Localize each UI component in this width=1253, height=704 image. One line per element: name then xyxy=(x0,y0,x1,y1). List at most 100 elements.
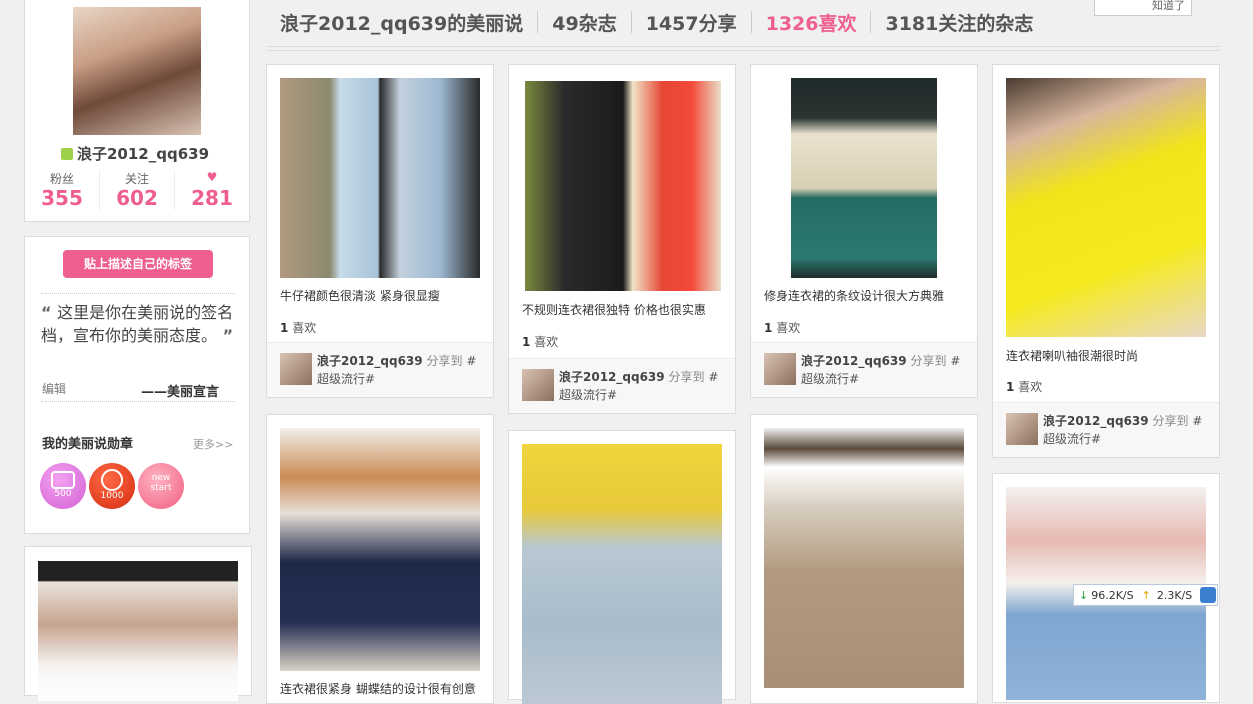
stat-value: 281 xyxy=(191,186,233,210)
post-card[interactable] xyxy=(750,414,978,704)
share-medal-icon[interactable]: 1000 xyxy=(89,463,135,509)
post-username[interactable]: 浪子2012_qq639 xyxy=(1043,414,1149,428)
shared-to-label: 分享到 xyxy=(910,354,947,368)
stat-label: 粉丝 xyxy=(49,172,74,186)
shared-to-label: 分享到 xyxy=(1152,414,1189,428)
profile-header: 浪子2012_qq639的美丽说 49杂志 1457分享 1326喜欢 3181… xyxy=(280,6,1033,38)
post-footer: 浪子2012_qq639 分享到 #超级流行# xyxy=(993,402,1219,457)
post-photo[interactable] xyxy=(280,78,480,278)
post-card[interactable]: 连衣裙很紧身 蝴蝶结的设计很有创意 xyxy=(266,414,494,704)
close-quote-icon: ” xyxy=(217,326,234,345)
header-divider xyxy=(266,46,1220,51)
following-magazines-count[interactable]: 3181关注的杂志 xyxy=(885,9,1033,36)
divider xyxy=(870,11,872,33)
post-photo[interactable] xyxy=(525,81,721,291)
post-photo[interactable] xyxy=(791,78,937,278)
share-info: 浪子2012_qq639 分享到 #超级流行# xyxy=(559,368,719,404)
user-avatar[interactable] xyxy=(764,353,796,385)
declaration-label: ——美丽宣言 xyxy=(141,385,220,400)
download-speed: 96.2K/S xyxy=(1091,588,1134,602)
dotted-divider xyxy=(41,401,235,402)
divider xyxy=(537,11,539,33)
signature-text: “ 这里是你在美丽说的签名档，宣布你的美丽态度。 ” xyxy=(41,301,237,347)
new-start-medal-icon[interactable]: new start xyxy=(138,463,184,509)
post-card[interactable] xyxy=(508,430,736,704)
hearts-stat[interactable]: ♥ 281 xyxy=(175,170,249,210)
upload-arrow-icon: ↑ xyxy=(1141,588,1151,602)
post-username[interactable]: 浪子2012_qq639 xyxy=(317,354,423,368)
online-status-icon xyxy=(61,148,73,160)
likes-number: 1 xyxy=(764,321,773,335)
post-likes: 1 喜欢 xyxy=(280,319,316,336)
post-likes: 1 喜欢 xyxy=(522,333,558,350)
medals-title: 我的美丽说勋章 xyxy=(42,437,134,452)
post-footer: 浪子2012_qq639 分享到 #超级流行# xyxy=(509,358,735,413)
magazines-count[interactable]: 49杂志 xyxy=(552,9,616,36)
shared-to-label: 分享到 xyxy=(426,354,463,368)
post-card[interactable]: 连衣裙喇叭袖很潮很时尚 1 喜欢 浪子2012_qq639 分享到 #超级流行# xyxy=(992,64,1220,458)
share-info: 浪子2012_qq639 分享到 #超级流行# xyxy=(317,352,477,388)
likes-label: 喜欢 xyxy=(534,335,559,349)
stat-label: 关注 xyxy=(124,172,149,186)
user-avatar[interactable] xyxy=(280,353,312,385)
profile-username[interactable]: 浪子2012_qq639 xyxy=(61,143,209,164)
edit-signature-link[interactable]: 编辑 xyxy=(42,380,66,397)
arrow-up-icon xyxy=(101,469,123,491)
photo-card[interactable] xyxy=(24,546,252,701)
likes-label: 喜欢 xyxy=(776,321,801,335)
post-photo[interactable] xyxy=(764,428,964,688)
user-avatar[interactable] xyxy=(522,369,554,401)
medal-label: 500 xyxy=(54,489,72,499)
post-photo[interactable] xyxy=(1006,78,1206,337)
signature-content: 这里是你在美丽说的签名档，宣布你的美丽态度。 xyxy=(41,303,234,345)
download-arrow-icon: ↓ xyxy=(1079,588,1089,602)
browser-icon xyxy=(1200,587,1217,603)
comment-medal-icon[interactable]: 500 xyxy=(40,463,86,509)
post-username[interactable]: 浪子2012_qq639 xyxy=(559,370,665,384)
following-stat[interactable]: 关注 602 xyxy=(100,170,175,210)
likes-number: 1 xyxy=(522,335,531,349)
signature-card: 贴上描述自己的标签 “ 这里是你在美丽说的签名档，宣布你的美丽态度。 ” 编辑 … xyxy=(24,236,250,534)
add-tag-button[interactable]: 贴上描述自己的标签 xyxy=(63,250,213,278)
post-photo[interactable] xyxy=(280,428,480,671)
avatar[interactable] xyxy=(73,7,201,135)
user-avatar[interactable] xyxy=(1006,413,1038,445)
network-speed-widget[interactable]: ↓ 96.2K/S ↑ 2.3K/S xyxy=(1073,584,1218,606)
likes-label: 喜欢 xyxy=(1018,380,1043,394)
dotted-divider xyxy=(41,293,235,294)
likes-label: 喜欢 xyxy=(292,321,317,335)
speech-bubble-icon xyxy=(51,471,75,489)
post-card[interactable]: 修身连衣裙的条纹设计很大方典雅 1 喜欢 浪子2012_qq639 分享到 #超… xyxy=(750,64,978,398)
post-description: 牛仔裙颜色很清淡 紧身很显瘦 xyxy=(280,289,440,303)
share-info: 浪子2012_qq639 分享到 #超级流行# xyxy=(1043,412,1203,448)
shared-to-label: 分享到 xyxy=(668,370,705,384)
share-info: 浪子2012_qq639 分享到 #超级流行# xyxy=(801,352,961,388)
profile-stats: 粉丝 355 关注 602 ♥ 281 xyxy=(25,170,249,210)
open-quote-icon: “ xyxy=(41,303,58,322)
post-likes: 1 喜欢 xyxy=(764,319,800,336)
likes-count[interactable]: 1326喜欢 xyxy=(766,9,857,36)
post-description: 修身连衣裙的条纹设计很大方典雅 xyxy=(764,289,945,303)
more-medals-link[interactable]: 更多>> xyxy=(193,436,233,452)
post-likes: 1 喜欢 xyxy=(1006,378,1042,395)
post-footer: 浪子2012_qq639 分享到 #超级流行# xyxy=(267,342,493,397)
page-title: 浪子2012_qq639的美丽说 xyxy=(280,12,524,35)
stat-value: 602 xyxy=(116,186,158,210)
stat-value: 355 xyxy=(41,186,83,210)
post-card[interactable]: 不规则连衣裙很独特 价格也很实惠 1 喜欢 浪子2012_qq639 分享到 #… xyxy=(508,64,736,414)
likes-number: 1 xyxy=(1006,380,1015,394)
post-photo[interactable] xyxy=(522,444,722,704)
post-photo[interactable] xyxy=(38,561,238,701)
post-description: 不规则连衣裙很独特 价格也很实惠 xyxy=(522,303,706,317)
shares-count[interactable]: 1457分享 xyxy=(646,9,737,36)
upload-speed: 2.3K/S xyxy=(1156,588,1193,602)
notice-box[interactable]: 知道了 xyxy=(1094,0,1192,16)
post-description: 连衣裙很紧身 蝴蝶结的设计很有创意 xyxy=(280,682,476,696)
post-card[interactable]: 牛仔裙颜色很清淡 紧身很显瘦 1 喜欢 浪子2012_qq639 分享到 #超级… xyxy=(266,64,494,398)
medal-label: 1000 xyxy=(100,491,124,501)
likes-number: 1 xyxy=(280,321,289,335)
divider xyxy=(630,11,632,33)
post-username[interactable]: 浪子2012_qq639 xyxy=(801,354,907,368)
post-description: 连衣裙喇叭袖很潮很时尚 xyxy=(1006,349,1139,363)
fans-stat[interactable]: 粉丝 355 xyxy=(25,170,100,210)
